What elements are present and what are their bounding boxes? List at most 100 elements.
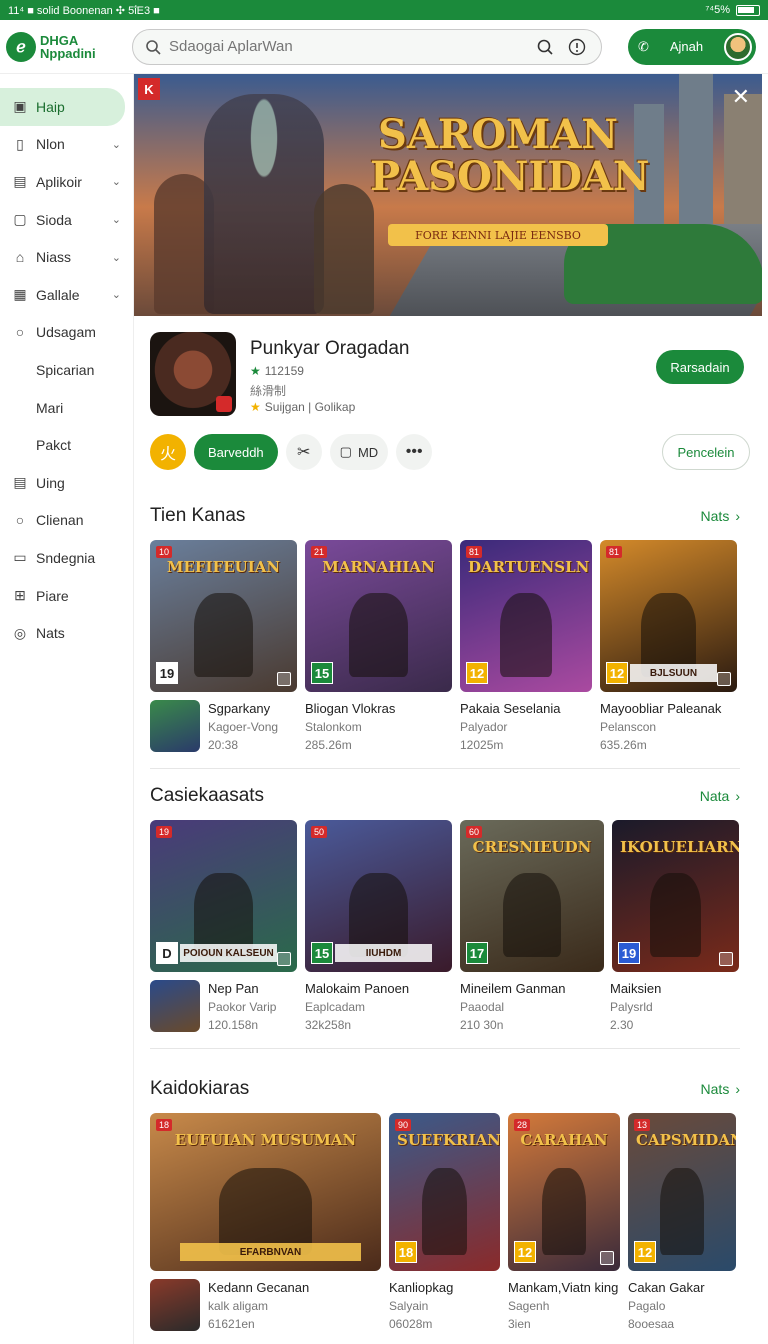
search-input[interactable] [169, 38, 525, 55]
expand-icon [600, 1251, 614, 1265]
sidebar-item-piare[interactable]: ⊞ Piare [0, 577, 133, 615]
age-badge: 13 [634, 1119, 651, 1131]
app-logo[interactable]: ℯ DHGA Nppadini [6, 31, 132, 62]
sidebar-item-clienan[interactable]: ○ Clienan [0, 502, 133, 540]
card-figure [650, 873, 701, 957]
see-more-link[interactable]: Nata › [700, 788, 740, 804]
game-name: Sgparkany [208, 701, 271, 716]
sidebar-item-nlon[interactable]: ▯ Nlon ⌄ [0, 126, 133, 164]
rating-count: 112159 [264, 364, 304, 378]
game-card[interactable]: 81 12 BJLSUUN [600, 540, 737, 692]
game-info[interactable]: Pakaia Seselania Palyador 12025m [460, 700, 600, 754]
game-card[interactable]: 50 15 IIUHDM [305, 820, 452, 972]
game-publisher: Pelanscon [600, 720, 657, 734]
close-icon[interactable]: ✕ [732, 84, 750, 110]
rating-badge: 18 [395, 1241, 417, 1263]
sidebar-subitem-spicarian[interactable]: Spicarian [0, 351, 133, 389]
game-size: 635.26m [600, 738, 647, 752]
game-info[interactable]: Mineilem Ganman Paaodal 210 30n [460, 980, 610, 1034]
file-icon: ▤ [13, 474, 27, 491]
search-bar[interactable] [132, 28, 602, 65]
sidebar-item-aplikoir[interactable]: ▤ Aplikoir ⌄ [0, 163, 133, 201]
sidebar-item-uing[interactable]: ▤ Uing [0, 464, 133, 502]
game-info[interactable]: Nep Pan Paokor Varip 120.158n [150, 980, 305, 1034]
game-info[interactable]: Maiksien Palysrld 2.30 [610, 980, 738, 1034]
game-card[interactable]: 60 CRESNIEUDN 17 [460, 820, 604, 972]
see-more-link[interactable]: Nats › [701, 508, 740, 524]
sidebar-item-nats[interactable]: ◎ Nats [0, 614, 133, 652]
sidebar-item-label: Nlon [36, 136, 65, 153]
game-publisher: Paaodal [460, 1000, 505, 1014]
section-header: Casiekaasats Nata › [150, 782, 740, 810]
game-card[interactable]: IKOLUELIARN 19 [612, 820, 739, 972]
hero-badge: K [138, 78, 160, 100]
game-info[interactable]: Kedann Gecanan kalk aligam 61621en [150, 1279, 389, 1333]
sidebar-item-label: Sndegnia [36, 549, 96, 566]
primary-action-button[interactable]: Barveddh [194, 434, 278, 470]
secondary-action-button[interactable]: Pencelein [662, 434, 750, 470]
game-info[interactable]: Mayoobliar Paleanak Pelanscon 635.26m [600, 700, 740, 754]
sidebar-subitem-pakct[interactable]: Pakct [0, 426, 133, 464]
game-info[interactable]: Bliogan Vlokras Stalonkom 285.26m [305, 700, 460, 754]
hero-building [679, 74, 713, 224]
section-header: Kaidokiaras Nats › [150, 1075, 740, 1103]
sidebar-subitem-mari[interactable]: Mari [0, 389, 133, 427]
search-submit-icon[interactable] [533, 35, 557, 59]
game-card[interactable]: 90 SUEFKRIAN 18 [389, 1113, 500, 1271]
signin-button[interactable]: ✆ Ajnah [628, 28, 756, 65]
game-card[interactable]: 81 DARTUENSLN 12 [460, 540, 592, 692]
age-badge: 81 [606, 546, 623, 558]
avatar[interactable] [724, 32, 752, 61]
gallery-icon: ▦ [13, 286, 27, 303]
game-info[interactable]: Kanliopkag Salyain 06028m [389, 1279, 508, 1333]
game-name: Pakaia Seselania [460, 701, 561, 716]
info-icon[interactable] [565, 35, 589, 59]
sidebar-item-sioda[interactable]: ▢ Sioda ⌄ [0, 201, 133, 239]
game-card[interactable]: 10 MEFIFEUIAN 19 [150, 540, 297, 692]
card-figure [541, 1168, 587, 1256]
sidebar-item-udsagam[interactable]: ○ Udsagam [0, 314, 133, 352]
sidebar-item-niass[interactable]: ⌂ Niass ⌄ [0, 238, 133, 276]
game-card[interactable]: 28 CARAHAN 12 [508, 1113, 620, 1271]
sidebar-item-label: Haip [36, 98, 65, 115]
sidebar-item-label: Aplikoir [36, 173, 82, 190]
age-badge: 10 [156, 546, 173, 558]
sidebar-item-gallale[interactable]: ▦ Gallale ⌄ [0, 276, 133, 314]
more-icon[interactable]: ••• [396, 434, 433, 470]
sidebar-item-sndegnia[interactable]: ▭ Sndegnia [0, 539, 133, 577]
app-icon-image[interactable] [150, 332, 236, 416]
sidebar-item-home[interactable]: ▣ Haip [0, 88, 125, 126]
game-card[interactable]: 21 MARNAHIAN 15 [305, 540, 452, 692]
game-info[interactable]: Sgparkany Kagoer-Vong 20:38 [150, 700, 305, 754]
game-card[interactable]: 19 D POIOUN KALSEUN [150, 820, 297, 972]
game-size: 20:38 [208, 738, 239, 752]
phone-icon: ✆ [638, 38, 649, 54]
hero-title-line1: SAROMAN [378, 111, 618, 158]
see-more-link[interactable]: Nats › [701, 1081, 740, 1097]
sidebar-item-label: Uing [36, 474, 65, 491]
fire-button[interactable]: 火 [150, 434, 186, 470]
library-button[interactable]: ▢ MD [329, 434, 389, 470]
game-size: 06028m [389, 1317, 433, 1331]
game-publisher: Palyador [460, 720, 508, 734]
game-publisher: Eaplcadam [305, 1000, 366, 1014]
section-title: Casiekaasats [150, 785, 265, 806]
rating-badge: 12 [606, 662, 628, 684]
install-button[interactable]: Rarsadain [656, 350, 744, 384]
logo-text: DHGA Nppadini [40, 34, 96, 60]
share-icon[interactable]: ✂ [285, 434, 322, 470]
game-info[interactable]: Cakan Gakar Pagalo 8ooesaa [628, 1279, 736, 1333]
game-publisher: Stalonkom [305, 720, 362, 734]
game-size: 61621en [208, 1317, 255, 1331]
card-title: IKOLUELIARN [620, 838, 739, 856]
see-more-label: Nata [699, 788, 730, 804]
game-thumbnail [150, 980, 200, 1032]
game-info[interactable]: Malokaim Panoen Eaplcadam 32k258n [305, 980, 460, 1034]
hero-banner[interactable]: K SAROMAN PASONIDAN FORE KENNI LAJIE EEN… [134, 74, 762, 316]
rating-badge: 19 [618, 942, 640, 964]
game-card[interactable]: 13 CAPSMIDAN 12 [628, 1113, 736, 1271]
game-name: Maiksien [610, 981, 662, 996]
game-card[interactable]: 18 EUFUIAN MUSUMAN EFARBNVAN [150, 1113, 381, 1271]
game-info[interactable]: Mankam,Viatn king Sagenh 3ien [508, 1279, 628, 1333]
card-title: CARAHAN [520, 1131, 608, 1149]
